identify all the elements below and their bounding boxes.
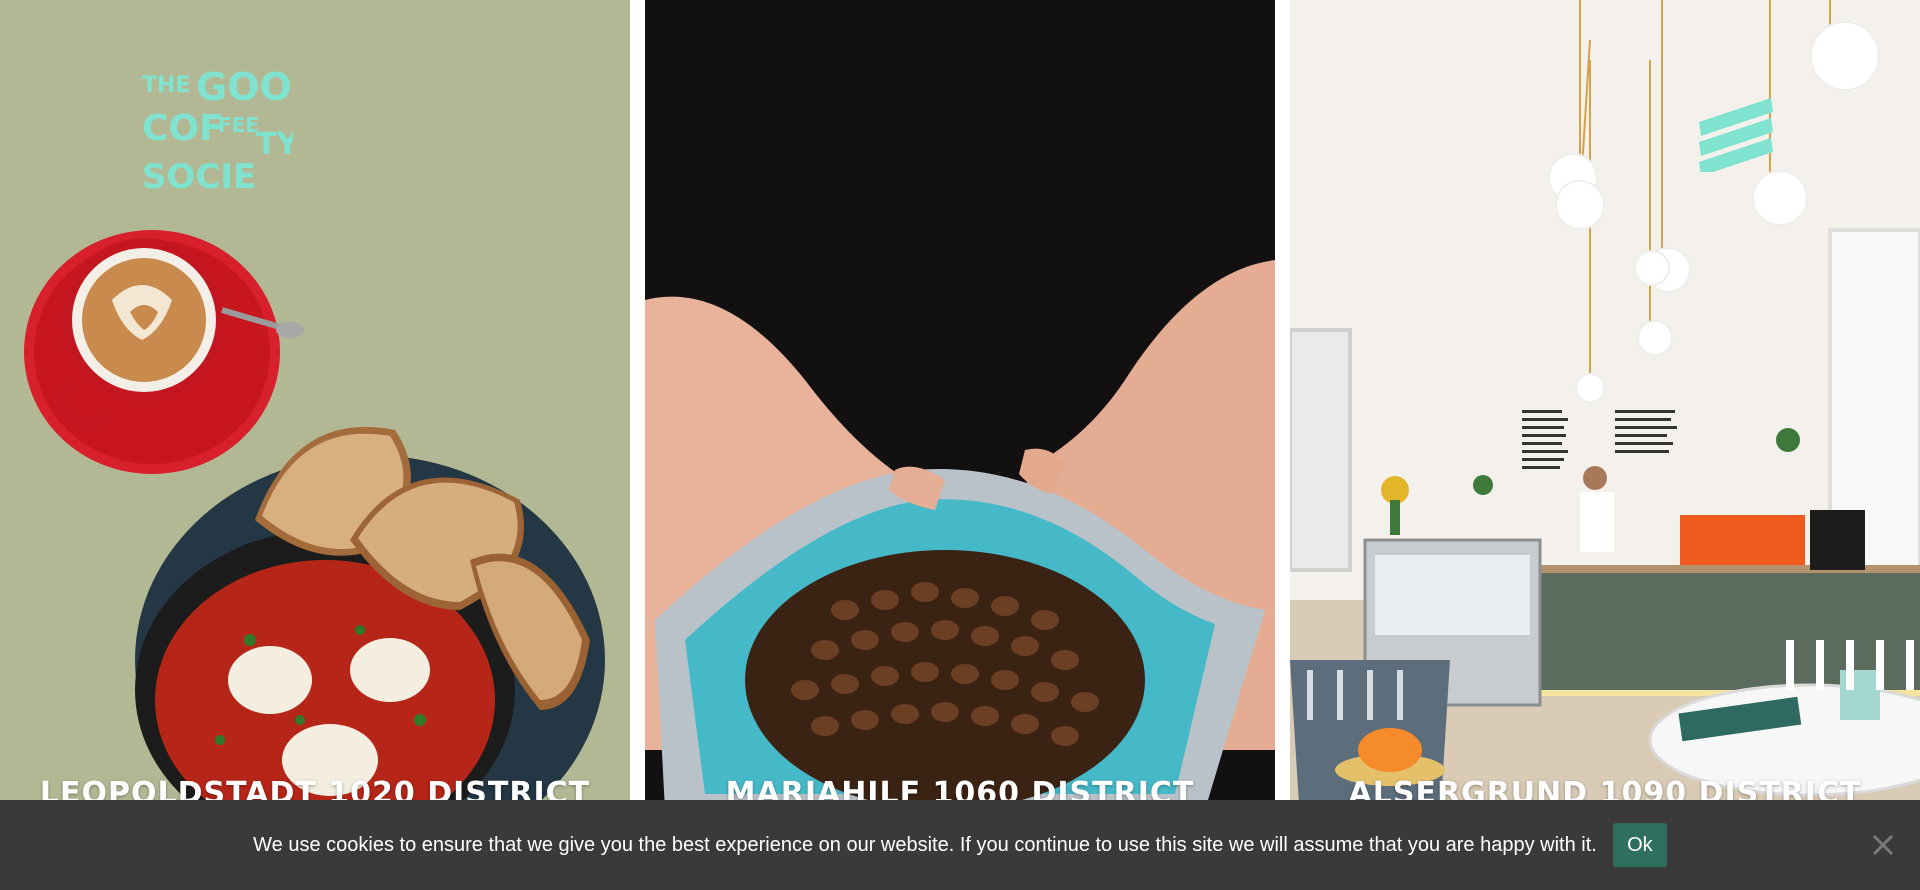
svg-text:TY: TY: [256, 127, 293, 162]
logo-icon: THE GOOD COF FEE TY SOCIE: [142, 65, 323, 197]
svg-text:COF: COF: [142, 108, 224, 149]
location-panel-mariahilf[interactable]: MARIAHILF 1060 DISTRICT: [645, 0, 1275, 890]
svg-text:THE: THE: [142, 73, 190, 98]
location-panel-alsergrund[interactable]: ALSERGRUND 1090 DISTRICT: [1290, 0, 1920, 890]
cookie-message: We use cookies to ensure that we give yo…: [253, 833, 1597, 856]
food-photo: [0, 0, 630, 890]
cafe-interior-photo: [1290, 0, 1920, 890]
svg-text:GOOD: GOOD: [196, 65, 293, 109]
svg-text:SOCIE: SOCIE: [142, 157, 256, 197]
menu-button[interactable]: [1695, 92, 1777, 176]
cookie-accept-button[interactable]: Ok: [1612, 823, 1667, 867]
coffee-beans-photo: [645, 0, 1275, 890]
brand-logo[interactable]: THE GOOD COF FEE TY SOCIE: [138, 56, 323, 206]
menu-icon: [1699, 98, 1773, 176]
cookie-close-button[interactable]: [1870, 832, 1896, 858]
page: LEOPOLDSTADT 1020 DISTRICT MARIAHILF 106…: [0, 0, 1920, 890]
svg-text:FEE: FEE: [218, 113, 259, 137]
close-icon: [1872, 834, 1894, 856]
cookie-consent-bar: We use cookies to ensure that we give yo…: [0, 800, 1920, 890]
location-panel-leopoldstadt[interactable]: LEOPOLDSTADT 1020 DISTRICT: [0, 0, 630, 890]
